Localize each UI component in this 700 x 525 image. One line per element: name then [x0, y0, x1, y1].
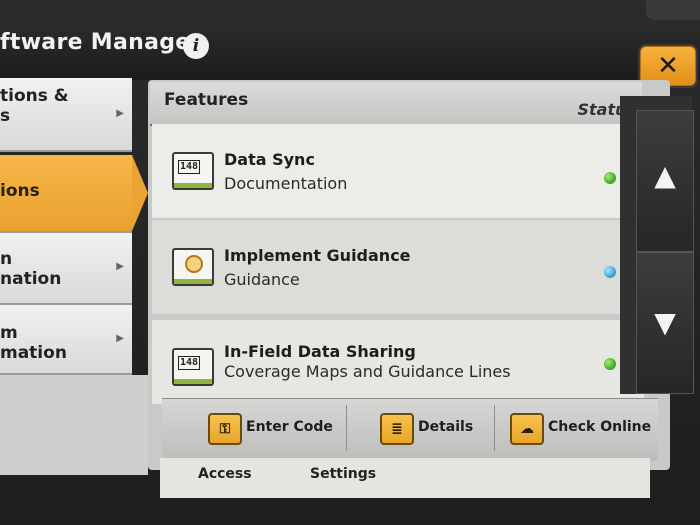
list-item-in-field-data-sharing[interactable]: 148 In-Field Data Sharing Coverage Maps … — [152, 320, 644, 404]
features-list: 148 Data Sync Documentation Implement Gu… — [152, 124, 644, 404]
check-online-label: Check Online — [548, 419, 652, 435]
sidebar-item-label: ions — [0, 181, 40, 201]
background-label: Settings — [310, 466, 377, 482]
scroll-down-button[interactable]: ▼ — [636, 252, 694, 394]
sidebar-item-2[interactable]: n nation ▶ — [0, 233, 132, 305]
background-bar: Access Settings — [160, 458, 650, 498]
list-item-data-sync[interactable]: 148 Data Sync Documentation — [152, 124, 644, 218]
list-item-implement-guidance[interactable]: Implement Guidance Guidance — [152, 220, 644, 314]
chevron-right-icon: ▶ — [116, 333, 124, 344]
sidebar-item-label: m mation — [0, 323, 67, 363]
counter-icon: 148 — [172, 348, 214, 386]
enter-code-button[interactable]: ⚿ Enter Code — [208, 413, 348, 445]
details-label: Details — [418, 419, 474, 435]
enter-code-label: Enter Code — [246, 419, 333, 435]
feature-subtitle: Guidance — [224, 270, 300, 289]
action-bar: ⚿ Enter Code ≣ Details ☁ Check Online — [162, 398, 658, 461]
sidebar-empty-area — [0, 375, 148, 475]
scroll-up-button[interactable]: ▲ — [636, 110, 694, 252]
status-indicator — [604, 172, 616, 184]
key-icon: ⚿ — [208, 413, 242, 445]
features-column-header: Features — [164, 90, 249, 110]
chevron-right-icon: ▶ — [116, 261, 124, 272]
details-button[interactable]: ≣ Details — [380, 413, 490, 445]
background-label: Access — [198, 466, 252, 482]
cloud-icon: ☁ — [510, 413, 544, 445]
feature-title: Implement Guidance — [224, 246, 411, 265]
active-pointer — [132, 155, 148, 231]
status-indicator — [604, 358, 616, 370]
sidebar-item-label: tions & s — [0, 86, 69, 126]
target-icon — [172, 248, 214, 286]
divider — [346, 405, 347, 451]
chevron-right-icon: ▶ — [116, 108, 124, 119]
sidebar-item-label: n nation — [0, 249, 62, 289]
feature-title: In-Field Data Sharing — [224, 342, 416, 361]
feature-subtitle: Coverage Maps and Guidance Lines — [224, 362, 511, 381]
counter-icon: 148 — [172, 152, 214, 190]
info-icon[interactable]: i — [183, 33, 209, 59]
outer-close-tab[interactable] — [646, 0, 700, 20]
check-online-button[interactable]: ☁ Check Online — [510, 413, 656, 445]
feature-title: Data Sync — [224, 150, 315, 169]
sidebar-item-3[interactable]: m mation ▶ — [0, 305, 132, 375]
screen: ftware Manager i ✕ tions & s ▶ ions n na… — [0, 0, 700, 525]
sidebar-item-0[interactable]: tions & s ▶ — [0, 78, 132, 152]
status-indicator — [604, 266, 616, 278]
divider — [494, 405, 495, 451]
document-icon: ≣ — [380, 413, 414, 445]
features-header: Features Status — [150, 82, 642, 126]
app-title: ftware Manager — [0, 30, 202, 55]
sidebar-item-1-active[interactable]: ions — [0, 155, 132, 233]
feature-subtitle: Documentation — [224, 174, 348, 193]
